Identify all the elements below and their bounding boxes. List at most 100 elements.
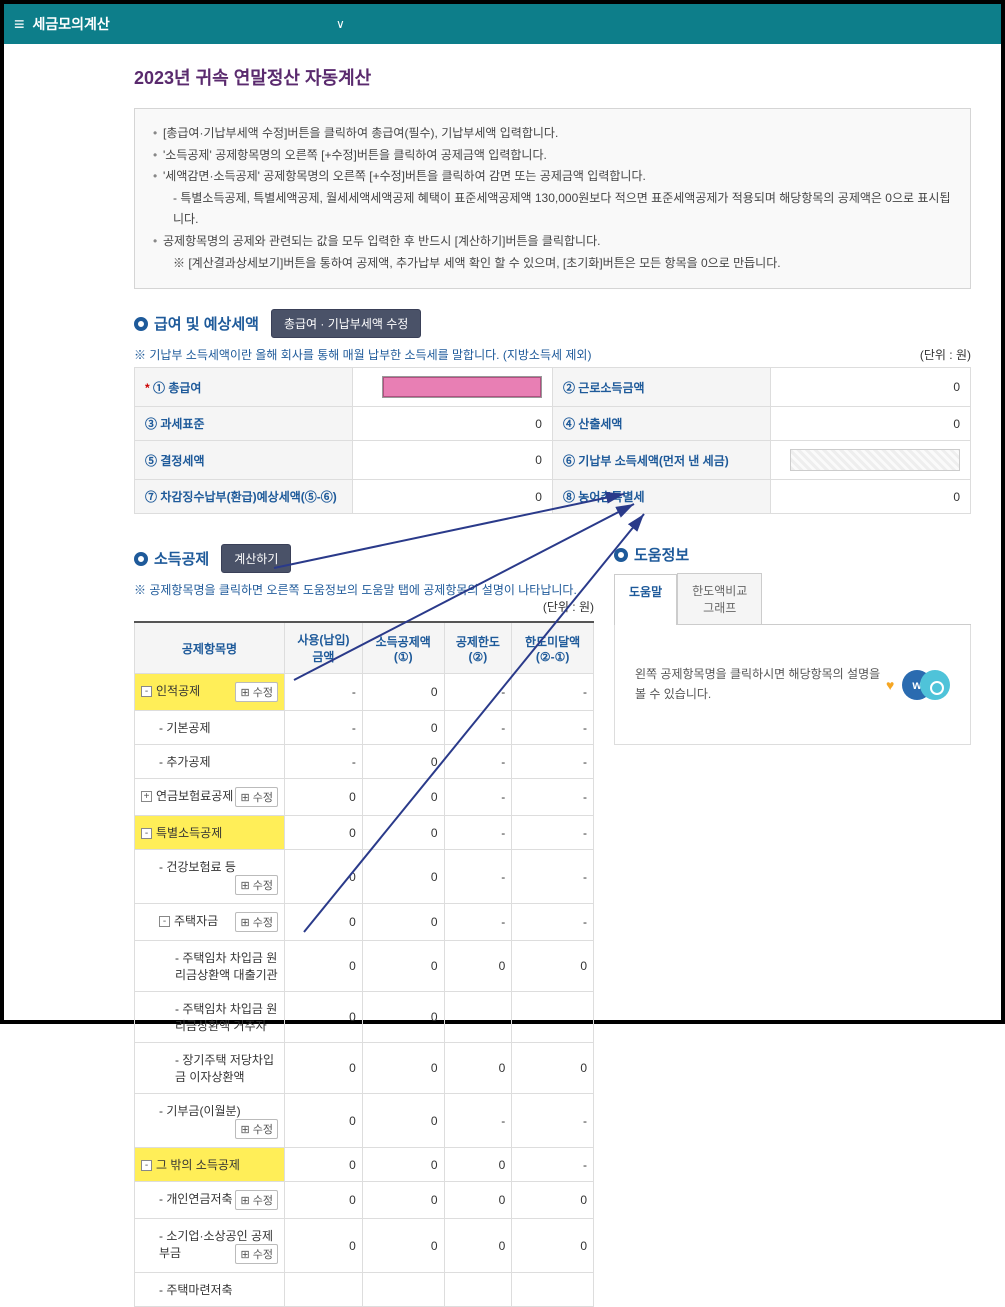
- cell-value: 0: [771, 368, 971, 407]
- modify-button[interactable]: ⊞ 수정: [235, 1190, 278, 1210]
- salary-unit: (단위 : 원): [920, 346, 971, 363]
- cell-value: -: [444, 745, 512, 779]
- deduction-item[interactable]: -인적공제⊞ 수정: [135, 674, 285, 711]
- salary-section-title: 급여 및 예상세액: [154, 313, 259, 334]
- edit-salary-button[interactable]: 총급여 · 기납부세액 수정: [271, 309, 421, 338]
- deduction-item[interactable]: - 추가공제: [135, 745, 285, 779]
- bullet-icon: [134, 552, 148, 566]
- help-section-title: 도움정보: [634, 544, 689, 565]
- cell-value: 0: [444, 941, 512, 992]
- cell-value: 0: [362, 1148, 444, 1182]
- deduct-note: ※ 공제항목명을 클릭하면 오른쪽 도움정보의 도움말 탭에 공제항목의 설명이…: [134, 583, 577, 597]
- deduction-item[interactable]: - 주택마련저축: [135, 1273, 285, 1307]
- deduction-item[interactable]: - 기본공제: [135, 711, 285, 745]
- cell-value: 0: [771, 407, 971, 441]
- cell-value: 0: [285, 1219, 363, 1273]
- deduction-item[interactable]: -주택자금⊞ 수정: [135, 904, 285, 941]
- deduction-item[interactable]: - 개인연금저축⊞ 수정: [135, 1182, 285, 1219]
- cell-value: 0: [285, 1043, 363, 1094]
- deduction-item[interactable]: - 기부금(이월분)⊞ 수정: [135, 1094, 285, 1148]
- cell-label: ⑤ 결정세액: [135, 441, 353, 480]
- modify-button[interactable]: ⊞ 수정: [235, 1244, 278, 1264]
- salary-table: * ① 총급여 ② 근로소득금액 0 ③ 과세표준 0 ④ 산출세액 0 ⑤ 결…: [134, 367, 971, 514]
- deduction-item[interactable]: -그 밖의 소득공제: [135, 1148, 285, 1182]
- cell-value: -: [444, 674, 512, 711]
- topbar: ≡ 세금모의계산 ∨: [4, 4, 1001, 44]
- cell-value: [362, 1273, 444, 1307]
- deduction-item[interactable]: - 주택임차 차입금 원리금상환액 거주자: [135, 992, 285, 1043]
- deduction-item[interactable]: - 장기주택 저당차입금 이자상환액: [135, 1043, 285, 1094]
- cell-value: 0: [353, 480, 553, 514]
- cell-value: 0: [285, 779, 363, 816]
- collapse-icon[interactable]: -: [141, 686, 152, 697]
- info-line: ※ [계산결과상세보기]버튼을 통하여 공제액, 추가납부 세액 확인 할 수 …: [153, 253, 952, 275]
- modify-button[interactable]: ⊞ 수정: [235, 787, 278, 807]
- modify-button[interactable]: ⊞ 수정: [235, 1119, 278, 1139]
- cell-value: 0: [362, 1094, 444, 1148]
- collapse-icon[interactable]: -: [141, 1160, 152, 1171]
- cell-value: 0: [285, 816, 363, 850]
- collapse-icon[interactable]: +: [141, 791, 152, 802]
- th: 사용(납입) 금액: [285, 622, 363, 674]
- deduct-unit: (단위 : 원): [543, 598, 594, 615]
- collapse-icon[interactable]: -: [159, 916, 170, 927]
- info-line: [총급여·기납부세액 수정]버튼을 클릭하여 총급여(필수), 기납부세액 입력…: [153, 123, 952, 145]
- chevron-down-icon[interactable]: ∨: [336, 17, 345, 31]
- deduction-item[interactable]: - 건강보험료 등⊞ 수정: [135, 850, 285, 904]
- cell-value: 0: [285, 1094, 363, 1148]
- tab-graph[interactable]: 한도액비교 그래프: [677, 573, 762, 624]
- cell-value: 0: [362, 1182, 444, 1219]
- cell-label: ⑥ 기납부 소득세액(먼저 낸 세금): [552, 441, 770, 480]
- cell-value: 0: [512, 941, 594, 992]
- cell-value: 0: [353, 441, 553, 480]
- cell-label: ① 총급여: [153, 381, 201, 395]
- tab-help[interactable]: 도움말: [614, 574, 677, 625]
- cell-value: -: [444, 1094, 512, 1148]
- menu-icon[interactable]: ≡: [14, 14, 25, 35]
- total-salary-input[interactable]: [382, 376, 542, 398]
- calculate-button[interactable]: 계산하기: [221, 544, 291, 573]
- cell-value: [512, 1273, 594, 1307]
- cell-value: 0: [285, 992, 363, 1043]
- cell-value: 0: [362, 850, 444, 904]
- deduction-item[interactable]: +연금보험료공제⊞ 수정: [135, 779, 285, 816]
- cell-value: 0: [512, 1182, 594, 1219]
- deduct-section-title: 소득공제: [154, 548, 209, 569]
- deduction-item[interactable]: - 주택임차 차입금 원리금상환액 대출기관: [135, 941, 285, 992]
- modify-button[interactable]: ⊞ 수정: [235, 875, 278, 895]
- cell-value: 0: [444, 1219, 512, 1273]
- cell-value: -: [512, 779, 594, 816]
- cell-value: 0: [353, 407, 553, 441]
- cell-value: 0: [362, 992, 444, 1043]
- deduction-item[interactable]: -특별소득공제: [135, 816, 285, 850]
- th: 공제항목명: [135, 622, 285, 674]
- bullet-icon: [134, 317, 148, 331]
- bullet-icon: [614, 548, 628, 562]
- cell-value: 0: [444, 1043, 512, 1094]
- help-tabs: 도움말 한도액비교 그래프: [614, 573, 971, 625]
- cell-value: -: [512, 711, 594, 745]
- deduction-item[interactable]: - 소기업·소상공인 공제부금⊞ 수정: [135, 1219, 285, 1273]
- cell-value: [444, 1273, 512, 1307]
- cell-label: ④ 산출세액: [552, 407, 770, 441]
- cell-value: 0: [444, 1148, 512, 1182]
- cell-value: -: [512, 745, 594, 779]
- modify-button[interactable]: ⊞ 수정: [235, 682, 278, 702]
- cell-value: 0: [512, 1043, 594, 1094]
- cell-value: -: [512, 850, 594, 904]
- prepaid-tax-field: [790, 449, 960, 471]
- cell-label: ⑧ 농어촌특별세: [552, 480, 770, 514]
- cell-value: -: [512, 674, 594, 711]
- cell-value: -: [285, 674, 363, 711]
- collapse-icon[interactable]: -: [141, 828, 152, 839]
- cell-value: 0: [362, 1043, 444, 1094]
- th: 소득공제액 (①): [362, 622, 444, 674]
- info-line: 공제항목명의 공제와 관련되는 값을 모두 입력한 후 반드시 [계산하기]버튼…: [153, 231, 952, 253]
- cell-value: -: [512, 1148, 594, 1182]
- modify-button[interactable]: ⊞ 수정: [235, 912, 278, 932]
- help-body: 왼쪽 공제항목명을 클릭하시면 해당항목의 설명을 볼 수 있습니다. ♥ w: [614, 625, 971, 745]
- cell-value: -: [444, 816, 512, 850]
- cell-value: 0: [362, 674, 444, 711]
- cell-value: 0: [362, 1219, 444, 1273]
- cell-label: ② 근로소득금액: [552, 368, 770, 407]
